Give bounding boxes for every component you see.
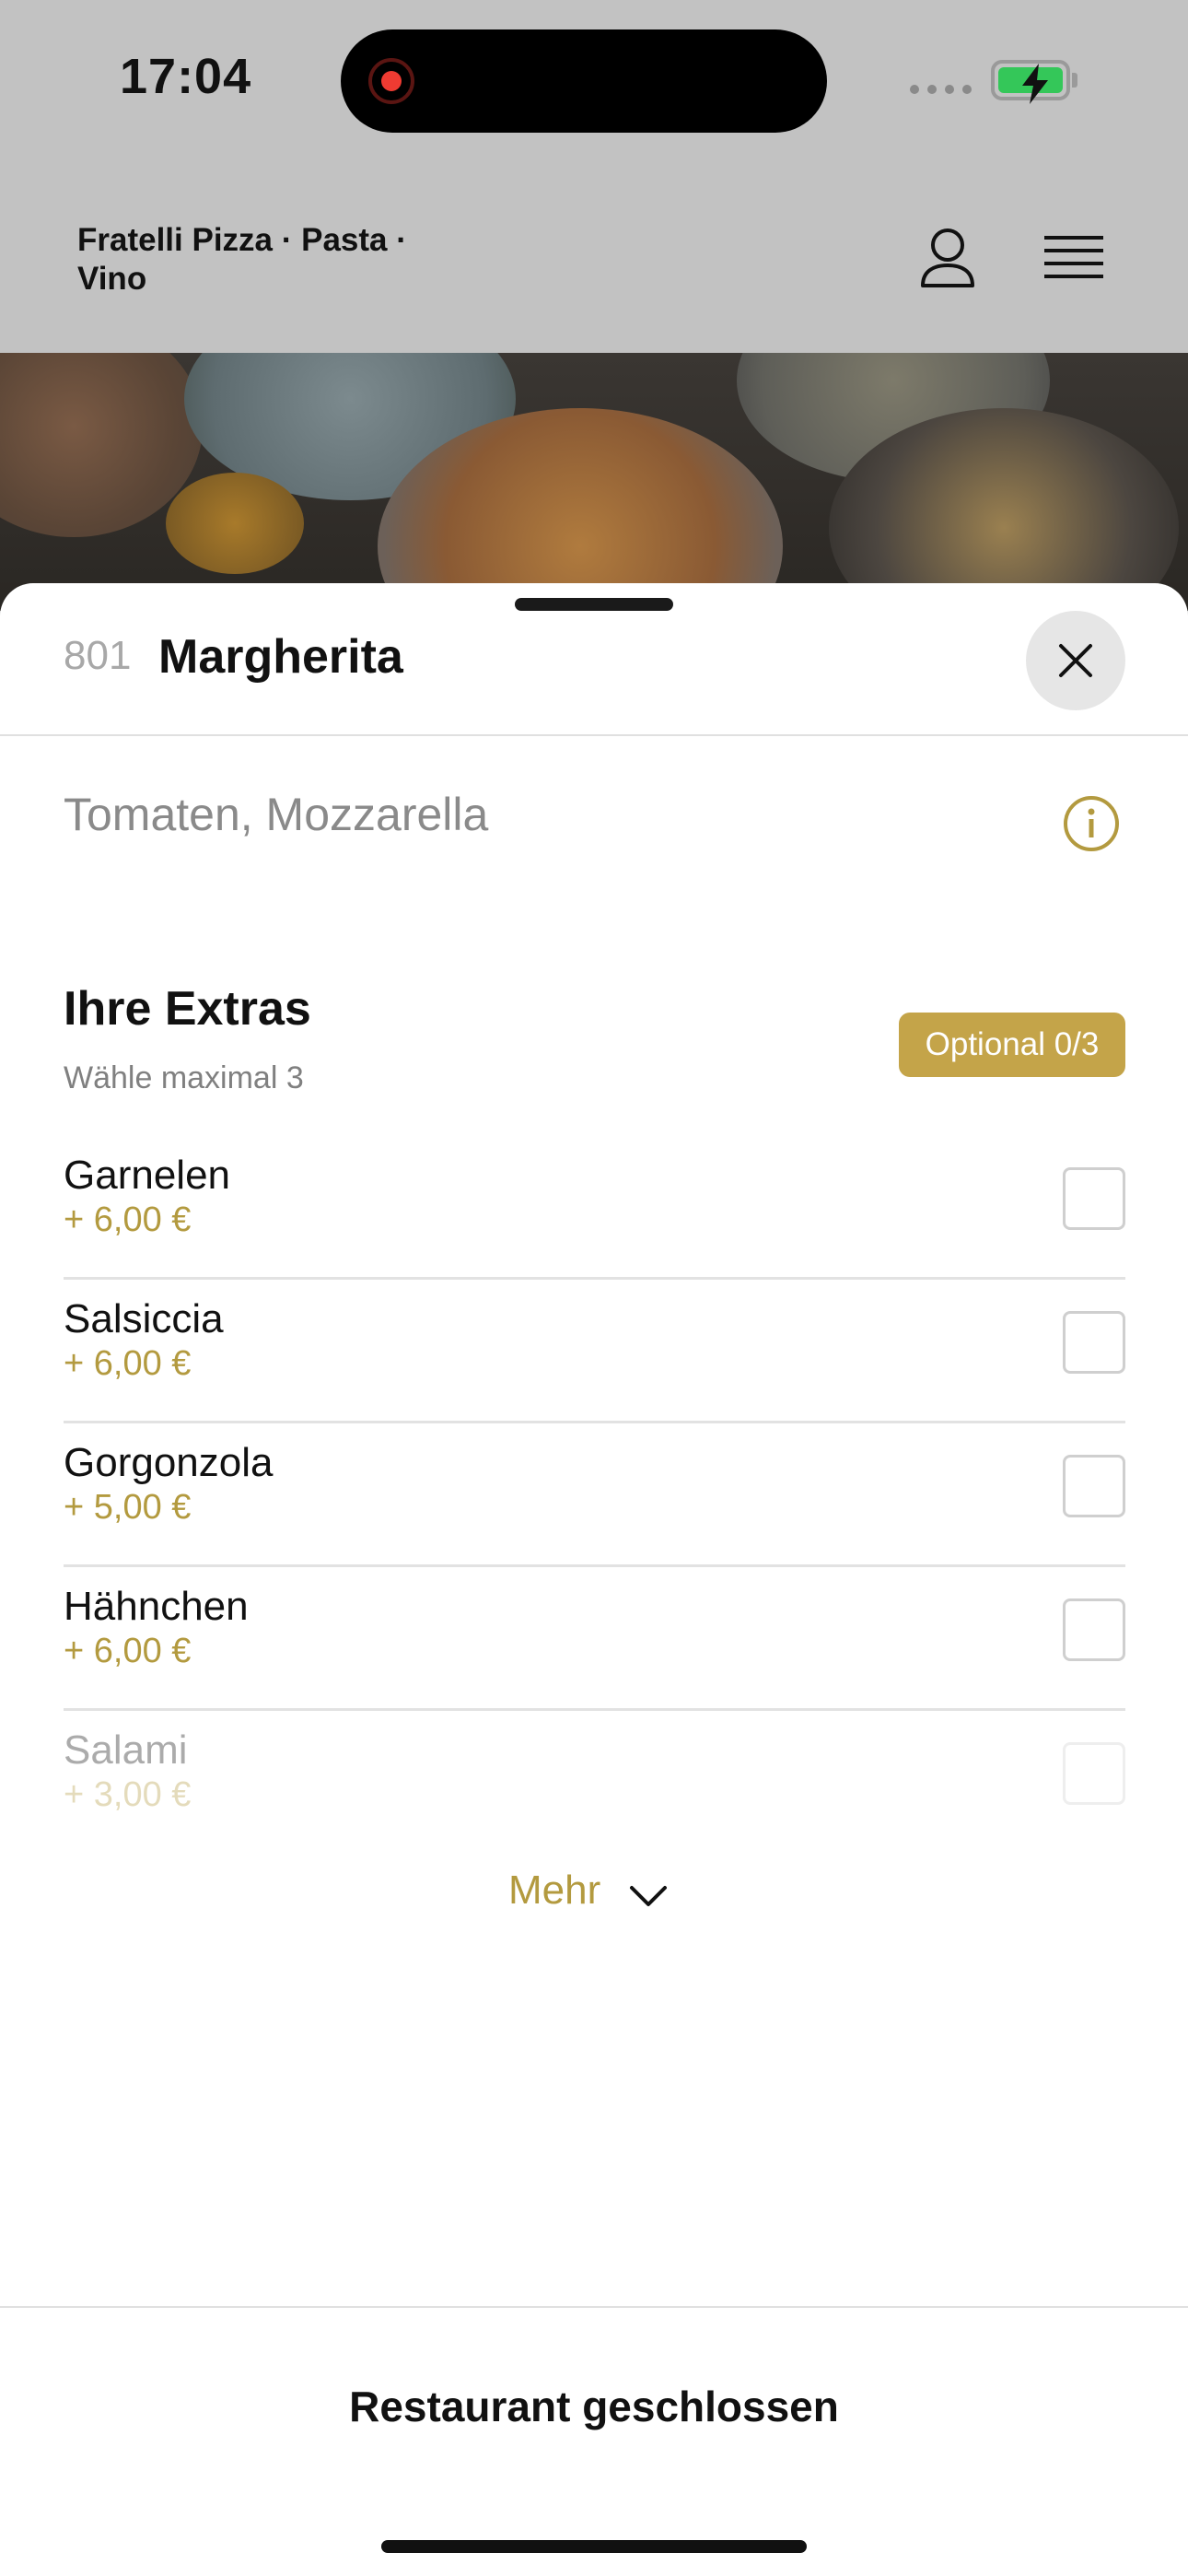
charging-bolt-icon bbox=[1022, 64, 1048, 104]
extra-item-salsiccia[interactable]: Salsiccia + 6,00 € bbox=[64, 1280, 1125, 1423]
hero-food-image bbox=[0, 353, 1188, 611]
extra-checkbox[interactable] bbox=[1063, 1598, 1125, 1661]
extra-checkbox[interactable] bbox=[1063, 1167, 1125, 1230]
close-button[interactable] bbox=[1026, 611, 1125, 710]
dynamic-island bbox=[341, 29, 827, 133]
extra-price: + 6,00 € bbox=[64, 1632, 192, 1670]
extra-price: + 5,00 € bbox=[64, 1488, 192, 1527]
close-icon bbox=[1059, 644, 1092, 677]
extra-price: + 3,00 € bbox=[64, 1775, 192, 1814]
screen-recording-icon bbox=[368, 58, 414, 104]
extra-item-gorgonzola[interactable]: Gorgonzola + 5,00 € bbox=[64, 1423, 1125, 1567]
extra-checkbox[interactable] bbox=[1063, 1742, 1125, 1805]
battery-cap bbox=[1072, 73, 1077, 88]
screen: 17:04 Fratelli Pizza · Pasta · Vino 801 … bbox=[0, 0, 1188, 2576]
extra-name: Garnelen bbox=[64, 1153, 231, 1198]
user-icon[interactable] bbox=[919, 227, 976, 289]
optional-badge: Optional 0/3 bbox=[899, 1013, 1125, 1077]
extra-item-haehnchen[interactable]: Hähnchen + 6,00 € bbox=[64, 1567, 1125, 1711]
show-more-button[interactable]: Mehr bbox=[508, 1862, 680, 1926]
extra-name: Salami bbox=[64, 1727, 188, 1773]
product-sheet: 801 Margherita Tomaten, Mozzarella Ihre … bbox=[0, 583, 1188, 2576]
brand-title[interactable]: Fratelli Pizza · Pasta · Vino bbox=[77, 221, 446, 299]
product-number: 801 bbox=[64, 633, 132, 678]
extras-title: Ihre Extras bbox=[64, 982, 311, 1036]
product-title: Margherita bbox=[158, 630, 403, 684]
sheet-grabber[interactable] bbox=[515, 598, 673, 611]
cellular-signal-icon bbox=[910, 85, 972, 94]
extra-price: + 6,00 € bbox=[64, 1200, 192, 1239]
extras-subtitle: Wähle maximal 3 bbox=[64, 1060, 304, 1095]
chevron-down-icon bbox=[630, 1886, 667, 1906]
info-icon[interactable] bbox=[1063, 795, 1120, 852]
extra-checkbox[interactable] bbox=[1063, 1455, 1125, 1517]
sheet-header-divider bbox=[0, 734, 1188, 736]
app-header: Fratelli Pizza · Pasta · Vino bbox=[0, 166, 1188, 353]
extra-name: Hähnchen bbox=[64, 1584, 249, 1629]
extra-item-garnelen[interactable]: Garnelen + 6,00 € bbox=[64, 1136, 1125, 1280]
extra-name: Gorgonzola bbox=[64, 1440, 274, 1485]
extra-price: + 6,00 € bbox=[64, 1344, 192, 1383]
extra-checkbox[interactable] bbox=[1063, 1311, 1125, 1374]
restaurant-closed-status: Restaurant geschlossen bbox=[349, 2383, 839, 2430]
status-bar: 17:04 bbox=[0, 0, 1188, 166]
battery-icon bbox=[991, 60, 1070, 104]
home-indicator[interactable] bbox=[381, 2540, 807, 2553]
extra-name: Salsiccia bbox=[64, 1296, 224, 1341]
product-description: Tomaten, Mozzarella bbox=[64, 789, 489, 840]
extra-item-salami[interactable]: Salami + 3,00 € bbox=[64, 1711, 1125, 1840]
show-more-label: Mehr bbox=[508, 1868, 601, 1913]
footer-divider bbox=[0, 2306, 1188, 2308]
status-time: 17:04 bbox=[120, 49, 252, 104]
hamburger-menu-icon[interactable] bbox=[1044, 230, 1103, 286]
